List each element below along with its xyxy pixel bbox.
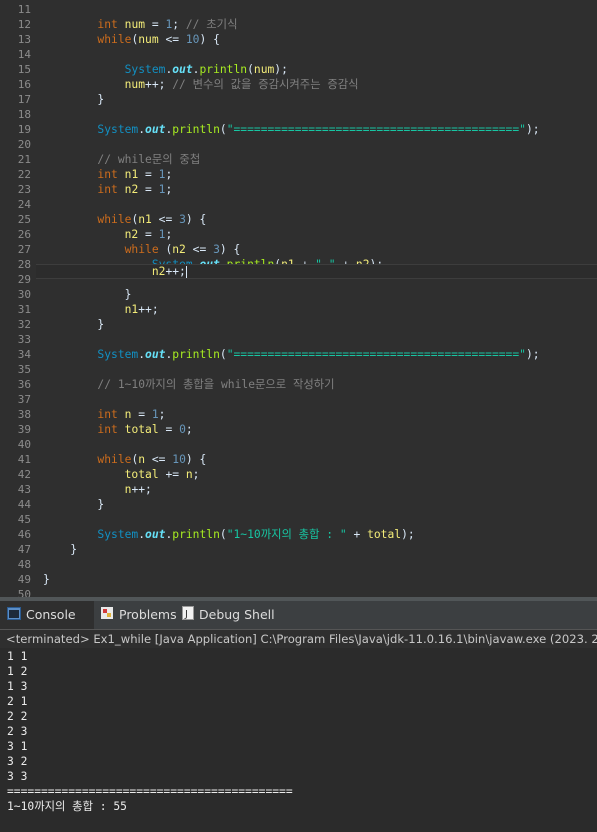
- line-number: 33: [17, 333, 31, 346]
- code-line-19[interactable]: System.out.println("====================…: [43, 122, 539, 137]
- line-number: 46: [17, 528, 31, 541]
- line-number: 35: [17, 363, 31, 376]
- line-number: 34: [17, 348, 31, 361]
- line-number: 21: [17, 153, 31, 166]
- line-number: 22: [17, 168, 31, 181]
- console-status-line: <terminated> Ex1_while [Java Application…: [0, 630, 597, 648]
- line-number: 40: [17, 438, 31, 451]
- console-output[interactable]: 1 1 1 2 1 3 2 1 2 2 2 3 3 1 3 2 3 3 ====…: [0, 648, 597, 832]
- line-number: 31: [17, 303, 31, 316]
- line-number: 45: [17, 513, 31, 526]
- console-icon: [7, 602, 21, 630]
- debug-shell-icon: J: [182, 602, 194, 630]
- line-number: 16: [17, 78, 31, 91]
- code-line-15[interactable]: System.out.println(num);: [43, 62, 288, 77]
- line-number: 42: [17, 468, 31, 481]
- code-line-26[interactable]: n2 = 1;: [43, 227, 173, 242]
- line-number: 38: [17, 408, 31, 421]
- line-number: 36: [17, 378, 31, 391]
- line-number: 27: [17, 243, 31, 256]
- line-number: 30: [17, 288, 31, 301]
- line-number: 37: [17, 393, 31, 406]
- console-output-line: 2 2: [7, 710, 28, 723]
- line-number: 50: [17, 588, 31, 597]
- tab-debug-shell[interactable]: J Debug Shell: [182, 601, 275, 629]
- line-number: 47: [17, 543, 31, 556]
- code-line-27[interactable]: while (n2 <= 3) {: [43, 242, 241, 257]
- code-line-25[interactable]: while(n1 <= 3) {: [43, 212, 206, 227]
- code-line-38[interactable]: int n = 1;: [43, 407, 165, 422]
- code-line-44[interactable]: }: [43, 497, 104, 512]
- line-number: 44: [17, 498, 31, 511]
- line-number: 11: [17, 3, 31, 16]
- code-line-34[interactable]: System.out.println("====================…: [43, 347, 539, 362]
- line-number: 19: [17, 123, 31, 136]
- code-line-22[interactable]: int n1 = 1;: [43, 167, 172, 182]
- code-line-12[interactable]: int num = 1; // 초기식: [43, 17, 237, 32]
- code-line-29-current[interactable]: n2++;: [36, 264, 597, 279]
- code-line-49[interactable]: }: [43, 572, 50, 587]
- problems-icon: [100, 602, 114, 630]
- code-line-41[interactable]: while(n <= 10) {: [43, 452, 206, 467]
- line-number: 32: [17, 318, 31, 331]
- line-number: 23: [17, 183, 31, 196]
- tab-console-label: Console: [26, 607, 76, 622]
- code-line-39[interactable]: int total = 0;: [43, 422, 192, 437]
- code-line-31[interactable]: n1++;: [43, 302, 159, 317]
- code-line-17[interactable]: }: [43, 92, 104, 107]
- line-number: 24: [17, 198, 31, 211]
- console-tab-bar: Console ✖ Problems J Debug Shell: [0, 601, 597, 652]
- line-number: 17: [17, 93, 31, 106]
- console-output-line: 3 2: [7, 755, 28, 768]
- line-number: 43: [17, 483, 31, 496]
- console-output-line: 2 3: [7, 725, 28, 738]
- code-line-16[interactable]: num++; // 변수의 값을 증감시켜주는 증감식: [43, 77, 359, 92]
- code-line-23[interactable]: int n2 = 1;: [43, 182, 172, 197]
- tab-problems[interactable]: Problems: [100, 601, 177, 629]
- line-number-gutter: 11 12 13 14 15 16 17 18 19 20 21 22 23 24 25 26 27 28 29 30…: [0, 0, 36, 597]
- console-output-line: 1 3: [7, 680, 28, 693]
- line-number: 15: [17, 63, 31, 76]
- line-number: 14: [17, 48, 31, 61]
- text-caret: [185, 266, 187, 278]
- tab-console[interactable]: Console ✖: [0, 601, 94, 652]
- svg-text:J: J: [184, 609, 188, 620]
- tab-problems-label: Problems: [119, 607, 177, 622]
- code-line-21[interactable]: // while문의 중첩: [43, 152, 200, 167]
- console-output-line: 1 2: [7, 665, 28, 678]
- code-line-47[interactable]: }: [43, 542, 77, 557]
- console-output-line: ========================================…: [7, 785, 293, 798]
- line-number: 48: [17, 558, 31, 571]
- line-number: 13: [17, 33, 31, 46]
- line-number: 29: [17, 273, 31, 286]
- console-output-line: 1~10까지의 총합 : 55: [7, 800, 127, 813]
- console-output-line: 1 1: [7, 650, 28, 663]
- line-number: 41: [17, 453, 31, 466]
- line-number: 28: [17, 258, 31, 271]
- console-output-line: 3 1: [7, 740, 28, 753]
- code-line-30[interactable]: }: [43, 287, 132, 302]
- line-number: 18: [17, 108, 31, 121]
- line-number: 26: [17, 228, 31, 241]
- line-number: 12: [17, 18, 31, 31]
- code-editor[interactable]: 11 12 13 14 15 16 17 18 19 20 21 22 23 24 25 26 27 28 29 30…: [0, 0, 597, 597]
- code-line-46[interactable]: System.out.println("1~10까지의 총합 : " + tot…: [43, 527, 414, 542]
- line-number: 20: [17, 138, 31, 151]
- tab-debug-shell-label: Debug Shell: [199, 607, 275, 622]
- line-number: 39: [17, 423, 31, 436]
- line-number: 49: [17, 573, 31, 586]
- code-line-42[interactable]: total += n;: [43, 467, 200, 482]
- code-line-32[interactable]: }: [43, 317, 104, 332]
- code-line-36[interactable]: // 1~10까지의 총합을 while문으로 작성하기: [43, 377, 334, 392]
- code-line-13[interactable]: while(num <= 10) {: [43, 32, 219, 47]
- console-output-line: 3 3: [7, 770, 28, 783]
- console-output-line: 2 1: [7, 695, 28, 708]
- code-line-43[interactable]: n++;: [43, 482, 152, 497]
- line-number: 25: [17, 213, 31, 226]
